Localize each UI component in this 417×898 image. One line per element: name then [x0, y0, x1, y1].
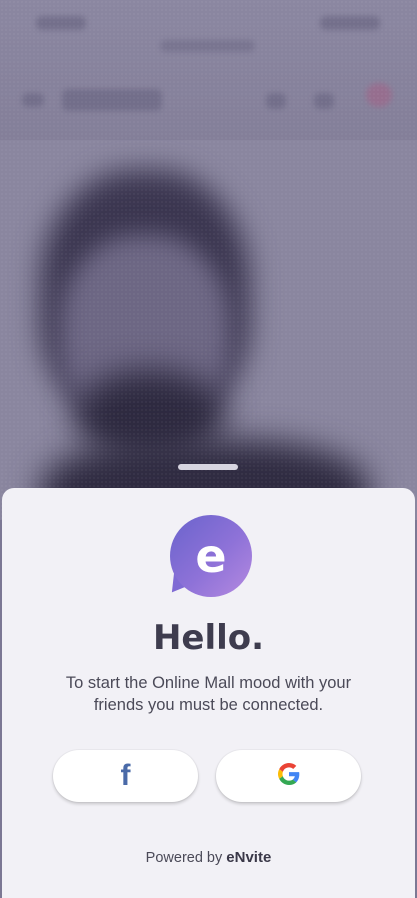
background-app-blurred: [0, 0, 417, 520]
greeting-title: Hello.: [152, 618, 265, 658]
connect-message: To start the Online Mall mood with your …: [65, 674, 352, 714]
powered-by-footer: Powered by eNvite: [2, 849, 415, 866]
facebook-login-button[interactable]: f: [53, 750, 198, 802]
powered-by-brand: eNvite: [226, 849, 272, 866]
envite-logo: e: [162, 513, 256, 603]
sheet-drag-handle[interactable]: [178, 464, 238, 470]
google-icon: [277, 762, 300, 790]
login-bottom-sheet: e Hello. To start the Online Mall mood w…: [2, 488, 415, 898]
powered-by-prefix: Powered by: [145, 850, 223, 866]
google-login-button[interactable]: [216, 750, 361, 802]
logo-letter: e: [195, 529, 227, 583]
facebook-icon: f: [120, 759, 131, 792]
